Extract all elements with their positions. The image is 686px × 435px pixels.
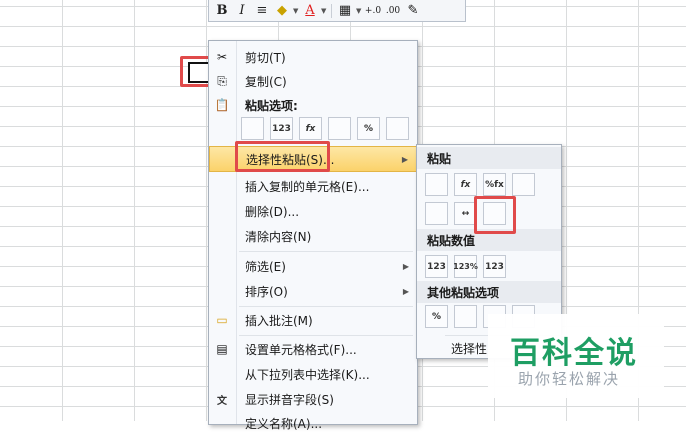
paste-values-row: 123 123% 123 [425, 255, 506, 278]
menu-item-define-name[interactable]: 定义名称(A)... [209, 411, 417, 435]
menu-divider [239, 251, 413, 252]
format-cells-icon: ▤ [216, 342, 228, 356]
menu-item-cut[interactable]: ✂ 剪切(T) [209, 45, 417, 69]
context-menu: ✂ 剪切(T) ⎘ 复制(C) 📋 粘贴选项: 123 fx % 选择性粘贴(S… [208, 40, 418, 431]
submenu-header-other: 其他粘贴选项 [417, 281, 561, 303]
menu-item-label: 从下拉列表中选择(K)... [245, 367, 370, 382]
format-painter-button[interactable]: ✎ [404, 2, 422, 20]
paste-icon[interactable] [241, 117, 264, 140]
menu-item-label: 删除(D)... [245, 204, 300, 219]
paste-formulas-icon[interactable]: fx [299, 117, 322, 140]
menu-item-filter[interactable]: 筛选(E) ▶ [209, 254, 417, 278]
menu-item-insert-comment[interactable]: ▭ 插入批注(M) [209, 308, 417, 332]
copy-icon: ⎘ [217, 73, 227, 88]
increase-decimal-button[interactable]: +.0 [364, 2, 382, 20]
chevron-right-icon: ▶ [401, 154, 408, 164]
menu-item-copy[interactable]: ⎘ 复制(C) [209, 69, 417, 93]
menu-item-show-phonetic[interactable]: 文 显示拼音字段(S) [209, 387, 417, 411]
chevron-right-icon: ▶ [402, 261, 409, 271]
menu-item-label: 清除内容(N) [245, 229, 312, 244]
phonetic-icon: 文 [217, 395, 227, 407]
paste-icon[interactable] [425, 173, 448, 196]
paste-keep-source-icon[interactable] [512, 173, 535, 196]
italic-button[interactable]: I [233, 2, 251, 20]
watermark: 百科全说 助你轻松解决 [488, 314, 664, 398]
toolbar-divider [331, 3, 332, 18]
menu-item-delete[interactable]: 删除(D)... [209, 199, 417, 223]
chevron-down-icon[interactable]: ▼ [321, 7, 327, 15]
mini-toolbar: B I ≡ ◆ ▼ A ▼ ▦ ▼ +.0 .00 ✎ [208, 0, 466, 22]
paste-values-number-format-icon[interactable]: 123% [453, 255, 478, 278]
watermark-subtitle: 助你轻松解决 [518, 370, 621, 388]
menu-item-label: 插入复制的单元格(E)... [245, 179, 370, 194]
paste-values-source-format-icon[interactable]: 123 [483, 255, 506, 278]
paste-special-highlight-box [235, 141, 330, 172]
menu-item-clear[interactable]: 清除内容(N) [209, 224, 417, 248]
menu-item-label: 定义名称(A)... [245, 416, 323, 431]
paste-values-icon[interactable]: 123 [425, 255, 448, 278]
chevron-down-icon[interactable]: ▼ [293, 7, 299, 15]
menu-item-label: 复制(C) [245, 74, 287, 89]
paste-formulas-number-format-icon[interactable]: %fx [483, 173, 506, 196]
scissors-icon: ✂ [216, 50, 228, 64]
paste-formatting-icon[interactable]: % [357, 117, 380, 140]
menu-divider [239, 306, 413, 307]
menu-item-label: 筛选(E) [245, 259, 286, 274]
bold-button[interactable]: B [213, 2, 231, 20]
paste-link-icon[interactable] [454, 305, 477, 328]
chevron-down-icon[interactable]: ▼ [356, 7, 362, 15]
paste-no-borders-icon[interactable] [425, 202, 448, 225]
paste-values-icon[interactable]: 123 [270, 117, 293, 140]
menu-divider [239, 335, 413, 336]
paste-formatting-icon[interactable]: % [425, 305, 448, 328]
font-color-button[interactable]: A [301, 2, 319, 20]
menu-header-label: 粘贴选项: [245, 98, 298, 113]
menu-item-label: 显示拼音字段(S) [245, 392, 334, 407]
menu-item-pick-from-list[interactable]: 从下拉列表中选择(K)... [209, 362, 417, 386]
align-center-button[interactable]: ≡ [253, 2, 271, 20]
menu-item-format-cells[interactable]: ▤ 设置单元格格式(F)... [209, 337, 417, 361]
paste-transpose-icon[interactable] [328, 117, 351, 140]
clipboard-icon: 📋 [214, 98, 230, 112]
paste-link-icon[interactable] [386, 117, 409, 140]
paste-icons-row-1: fx %fx [425, 173, 535, 196]
chevron-right-icon: ▶ [402, 286, 409, 296]
decrease-decimal-button[interactable]: .00 [384, 2, 402, 20]
transpose-highlight-box [474, 196, 516, 234]
paste-formulas-icon[interactable]: fx [454, 173, 477, 196]
submenu-header-paste: 粘贴 [417, 147, 561, 169]
comment-icon: ▭ [216, 313, 228, 327]
menu-item-label: 剪切(T) [245, 50, 286, 65]
paste-options-row: 123 fx % [241, 117, 409, 140]
menu-item-label: 插入批注(M) [245, 313, 313, 328]
menu-item-sort[interactable]: 排序(O) ▶ [209, 279, 417, 303]
menu-item-insert-copied[interactable]: 插入复制的单元格(E)... [209, 174, 417, 198]
watermark-title: 百科全说 [510, 336, 638, 371]
menu-item-label: 排序(O) [245, 284, 288, 299]
menu-item-label: 设置单元格格式(F)... [245, 342, 357, 357]
borders-button[interactable]: ▦ [336, 2, 354, 20]
submenu-item-label: 选择性 [451, 341, 488, 356]
menu-header-paste-options: 📋 粘贴选项: [209, 93, 417, 117]
fill-color-button[interactable]: ◆ [273, 2, 291, 20]
